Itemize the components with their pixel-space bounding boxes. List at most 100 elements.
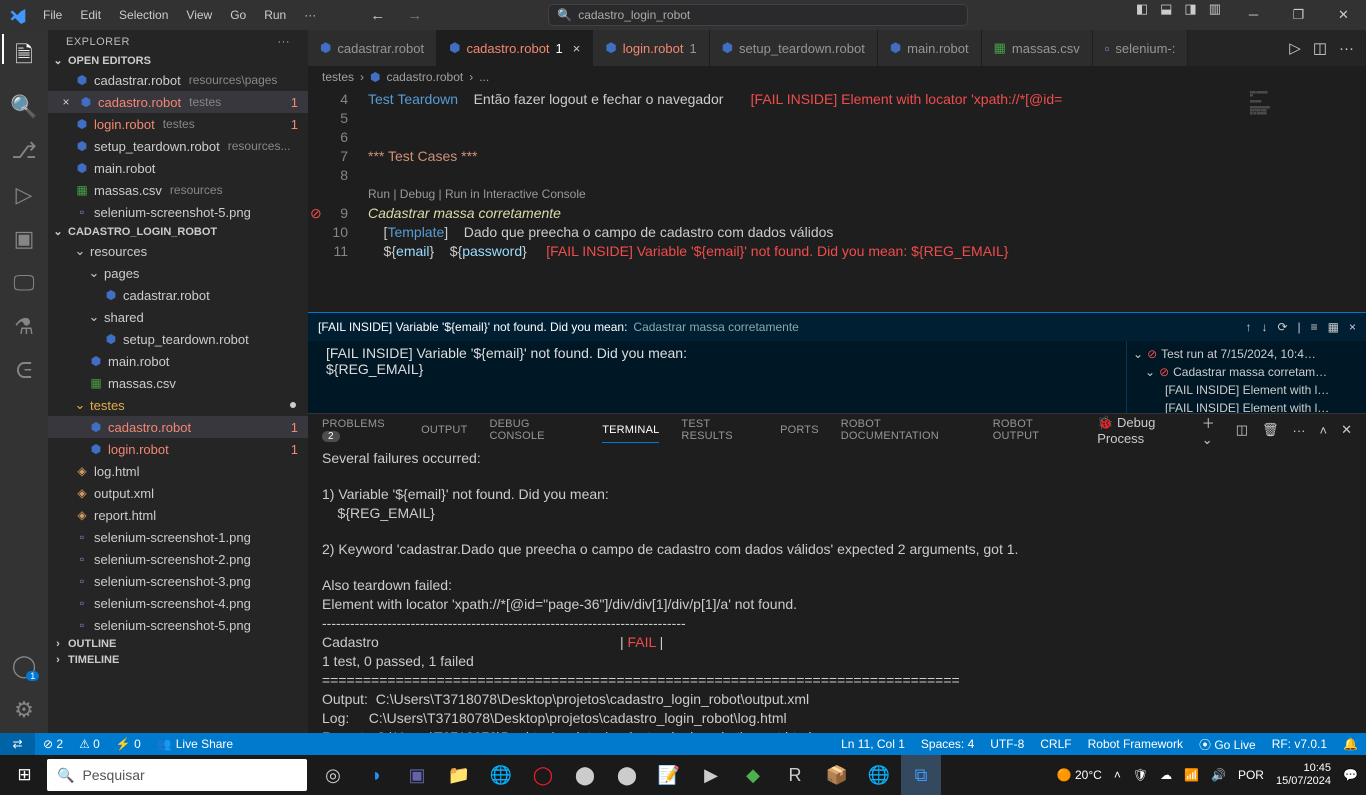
forward-icon[interactable]: →: [401, 3, 428, 28]
taskbar-search[interactable]: 🔍 Pesquisar: [47, 759, 307, 791]
file-screenshot[interactable]: ▫selenium-screenshot-4.png: [48, 592, 308, 614]
panel-maximize-icon[interactable]: ˄: [1320, 423, 1328, 438]
status-ports[interactable]: ⚡ 0: [108, 737, 149, 751]
peek-close-icon[interactable]: ×: [1349, 320, 1356, 334]
tray-notifications-icon[interactable]: 💬: [1343, 768, 1358, 782]
status-errors[interactable]: ⊘ 2: [35, 737, 71, 751]
project-section[interactable]: ⌄CADASTRO_LOGIN_ROBOT: [48, 223, 308, 240]
outline-section[interactable]: ›OUTLINE: [48, 636, 308, 652]
app-icon[interactable]: 📦: [817, 755, 857, 795]
menu-run[interactable]: Run: [256, 4, 294, 26]
file-screenshot[interactable]: ▫selenium-screenshot-5.png: [48, 614, 308, 636]
tray-volume-icon[interactable]: 🔊: [1211, 768, 1226, 782]
menu-selection[interactable]: Selection: [111, 4, 176, 26]
app-icon[interactable]: 🌐: [481, 755, 521, 795]
status-bell-icon[interactable]: 🔔: [1335, 736, 1366, 753]
peek-up-icon[interactable]: ↑: [1245, 320, 1251, 334]
source-control-icon[interactable]: ⎇: [11, 138, 36, 164]
file-cadastro[interactable]: ⬢cadastro.robot1: [48, 416, 308, 438]
tab-robot-doc[interactable]: ROBOT DOCUMENTATION: [841, 412, 971, 448]
split-terminal-icon[interactable]: ◫: [1236, 422, 1248, 438]
remote-explorer-icon[interactable]: 🖵: [13, 270, 34, 296]
tab-login[interactable]: ⬢login.robot1: [593, 30, 709, 66]
app-icon[interactable]: ▶: [691, 755, 731, 795]
remote-button[interactable]: ⇄: [0, 733, 35, 755]
kill-terminal-icon[interactable]: 🗑: [1262, 422, 1279, 438]
status-position[interactable]: Ln 11, Col 1: [833, 736, 913, 753]
file-log[interactable]: ◈log.html: [48, 460, 308, 482]
tab-output[interactable]: OUTPUT: [421, 418, 467, 442]
file-report[interactable]: ◈report.html: [48, 504, 308, 526]
status-language[interactable]: Robot Framework: [1080, 736, 1191, 753]
open-editor-item[interactable]: ⬢main.robot: [48, 157, 308, 179]
code-lens[interactable]: Run | Debug | Run in Interactive Console: [368, 185, 1246, 204]
command-center[interactable]: 🔍 cadastro_login_robot: [548, 4, 968, 26]
app-icon[interactable]: ⬤: [565, 755, 605, 795]
tab-debug-console[interactable]: DEBUG CONSOLE: [490, 412, 581, 448]
file-output[interactable]: ◈output.xml: [48, 482, 308, 504]
extensions-icon[interactable]: ▣: [14, 226, 35, 252]
tab-problems[interactable]: PROBLEMS 2: [322, 412, 399, 448]
menu-go[interactable]: Go: [222, 4, 254, 26]
testing-icon[interactable]: ⚗: [14, 314, 34, 340]
app-icon[interactable]: 📝: [649, 755, 689, 795]
timeline-section[interactable]: ›TIMELINE: [48, 652, 308, 668]
folder-resources[interactable]: ⌄resources: [48, 240, 308, 262]
explorer-icon[interactable]: 🗎: [15, 38, 33, 76]
run-icon[interactable]: ▷: [1289, 39, 1301, 57]
tray-chevron-icon[interactable]: ˄: [1114, 768, 1121, 782]
breadcrumb[interactable]: testes› ⬢cadastro.robot› ...: [308, 66, 1366, 88]
app-icon[interactable]: ◑: [355, 755, 395, 795]
peek-grid-icon[interactable]: ▦: [1328, 320, 1339, 334]
tray-cloud-icon[interactable]: ☁: [1160, 768, 1172, 782]
open-editor-item[interactable]: ▫selenium-screenshot-5.png: [48, 201, 308, 223]
settings-gear-icon[interactable]: ⚙: [14, 697, 34, 723]
file-cadastrar[interactable]: ⬢cadastrar.robot: [48, 284, 308, 306]
peek-refresh-icon[interactable]: ⟳: [1277, 320, 1287, 334]
file-screenshot[interactable]: ▫selenium-screenshot-2.png: [48, 548, 308, 570]
open-editor-item[interactable]: ⬢setup_teardown.robotresources...: [48, 135, 308, 157]
menu-edit[interactable]: Edit: [72, 4, 109, 26]
app-icon[interactable]: ◆: [733, 755, 773, 795]
tray-lang[interactable]: POR: [1238, 768, 1264, 782]
tab-cadastro[interactable]: ⬢cadastro.robot1×: [437, 30, 593, 66]
peek-list-icon[interactable]: ≡: [1311, 320, 1318, 334]
peek-results[interactable]: ⌄⊘Test run at 7/15/2024, 10:4… ⌄⊘Cadastr…: [1126, 341, 1366, 413]
explorer-more-icon[interactable]: ···: [278, 36, 291, 48]
app-icon[interactable]: ◎: [313, 755, 353, 795]
app-icon[interactable]: ⬤: [607, 755, 647, 795]
open-editor-item[interactable]: ▦massas.csvresources: [48, 179, 308, 201]
file-screenshot[interactable]: ▫selenium-screenshot-1.png: [48, 526, 308, 548]
panel-more-icon[interactable]: ···: [1293, 423, 1306, 438]
debug-process-button[interactable]: 🐞 Debug Process: [1097, 415, 1188, 446]
layout-panel-bottom-icon[interactable]: ⬓: [1160, 1, 1172, 29]
open-editors-section[interactable]: ⌄OPEN EDITORS: [48, 52, 308, 69]
peek-down-icon[interactable]: ↓: [1261, 320, 1267, 334]
app-icon[interactable]: 🌐: [859, 755, 899, 795]
file-setup[interactable]: ⬢setup_teardown.robot: [48, 328, 308, 350]
minimize-icon[interactable]: ─: [1231, 1, 1276, 29]
status-encoding[interactable]: UTF-8: [982, 736, 1032, 753]
tab-cadastrar[interactable]: ⬢cadastrar.robot: [308, 30, 437, 66]
file-main[interactable]: ⬢main.robot: [48, 350, 308, 372]
code-body[interactable]: Test Teardown Então fazer logout e fecha…: [368, 88, 1246, 312]
status-spaces[interactable]: Spaces: 4: [913, 736, 982, 753]
tray-security-icon[interactable]: 🛡: [1133, 768, 1148, 782]
tab-ports[interactable]: PORTS: [780, 418, 819, 442]
tray-clock[interactable]: 10:4515/07/2024: [1276, 762, 1331, 788]
open-editor-item[interactable]: ⬢cadastrar.robotresources\pages: [48, 69, 308, 91]
app-icon[interactable]: R: [775, 755, 815, 795]
run-debug-icon[interactable]: ▷: [16, 182, 33, 208]
start-button[interactable]: ⊞: [2, 765, 47, 785]
tab-selenium[interactable]: ▫selenium-:: [1093, 30, 1189, 66]
file-login[interactable]: ⬢login.robot1: [48, 438, 308, 460]
robot-icon[interactable]: ᕮ: [16, 358, 32, 384]
menu-more[interactable]: ···: [296, 4, 324, 26]
status-liveshare[interactable]: 👥 Live Share: [149, 737, 241, 751]
tab-main[interactable]: ⬢main.robot: [878, 30, 982, 66]
menu-file[interactable]: File: [35, 4, 70, 26]
search-icon[interactable]: 🔍: [10, 94, 37, 120]
split-icon[interactable]: ◫: [1313, 39, 1327, 57]
more-icon[interactable]: ···: [1339, 40, 1354, 57]
folder-shared[interactable]: ⌄shared: [48, 306, 308, 328]
